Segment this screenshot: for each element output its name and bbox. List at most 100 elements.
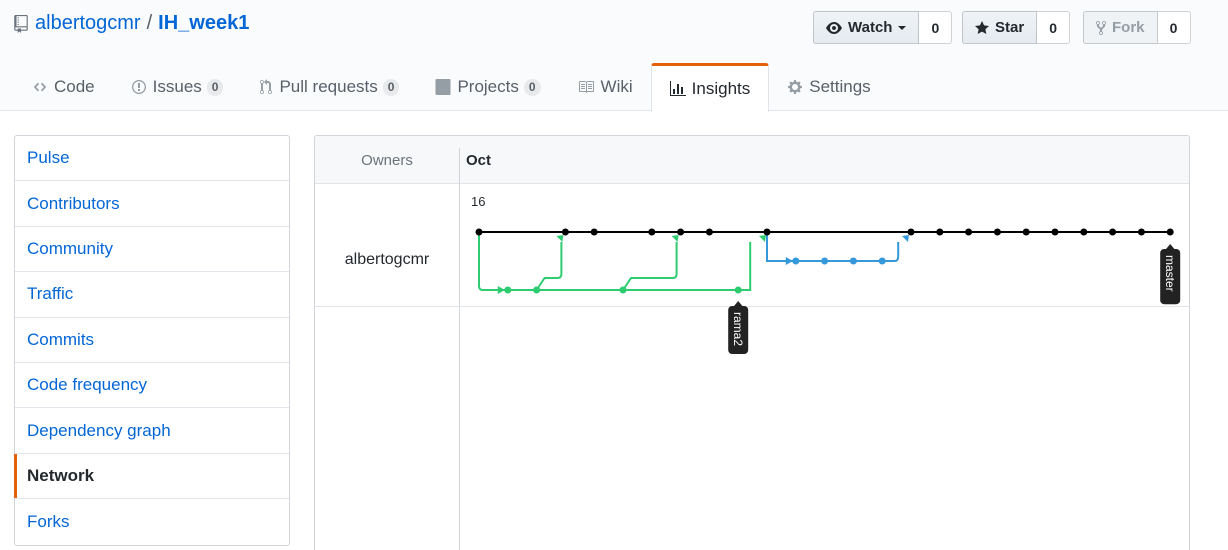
rama2-commit-dot[interactable] <box>533 286 541 294</box>
master-commit-dot[interactable] <box>936 228 944 236</box>
fork-group: Fork 0 <box>1083 11 1191 44</box>
rama2-merge-arrow-2 <box>671 235 679 242</box>
eye-icon <box>826 21 842 34</box>
fork-button[interactable]: Fork <box>1083 11 1158 44</box>
rama2-branch-label[interactable]: rama2 <box>728 301 749 354</box>
master-commit-dot[interactable] <box>648 228 656 236</box>
master-commit-dot[interactable] <box>1109 228 1117 236</box>
repo-title: albertogcmr / IH_week1 <box>14 12 249 35</box>
master-commit-dot[interactable] <box>1166 228 1174 236</box>
blue-commit-dot[interactable] <box>849 257 857 265</box>
tab-issues[interactable]: Issues 0 <box>113 63 242 111</box>
rama2-merge-line-2 <box>622 242 678 291</box>
menu-item-traffic[interactable]: Traffic <box>15 272 289 318</box>
network-graph-panel[interactable]: Owners Oct albertogcmr 16 master rama2 <box>314 135 1190 550</box>
master-commit-dot[interactable] <box>475 228 483 236</box>
repo-header: albertogcmr / IH_week1 Watch 0 Star 0 Fo… <box>0 0 1228 112</box>
repo-separator: / <box>146 12 153 34</box>
tab-wiki-label: Wiki <box>600 77 633 96</box>
star-label: Star <box>995 19 1025 36</box>
master-commit-dot[interactable] <box>907 228 915 236</box>
master-commit-dot[interactable] <box>1022 228 1030 236</box>
rama2-merge-arrow-3 <box>759 235 766 242</box>
menu-item-network[interactable]: Network <box>14 453 289 500</box>
master-commit-dot[interactable] <box>1080 228 1088 236</box>
code-icon <box>32 80 48 94</box>
repo-owner-link[interactable]: albertogcmr <box>35 12 141 35</box>
repo-icon <box>14 14 28 33</box>
rama2-branch-arrow <box>497 286 505 294</box>
graph-icon <box>669 81 686 97</box>
pull-request-icon <box>259 79 273 95</box>
tab-pull-requests[interactable]: Pull requests 0 <box>241 63 417 111</box>
watch-label: Watch <box>848 19 893 36</box>
rama2-merge-arrow-1 <box>556 235 564 242</box>
rama2-commit-dot[interactable] <box>734 286 742 294</box>
rama2-branch-label-text: rama2 <box>731 312 745 346</box>
menu-item-pulse[interactable]: Pulse <box>15 136 289 182</box>
tab-code[interactable]: Code <box>0 63 113 111</box>
watch-button[interactable]: Watch <box>813 11 920 44</box>
master-commit-dot[interactable] <box>965 228 973 236</box>
book-icon <box>577 79 595 95</box>
tab-settings-label: Settings <box>809 77 871 96</box>
star-button[interactable]: Star <box>962 11 1038 44</box>
tab-issues-label: Issues <box>152 77 202 96</box>
watch-group: Watch 0 <box>813 11 953 44</box>
menu-item-contributors[interactable]: Contributors <box>15 181 289 227</box>
tab-wiki[interactable]: Wiki <box>559 63 651 111</box>
star-count[interactable]: 0 <box>1037 11 1071 44</box>
rama2-commit-dot[interactable] <box>504 286 512 294</box>
tab-pull-requests-label: Pull requests <box>279 77 378 96</box>
blue-commit-dot[interactable] <box>878 257 886 265</box>
repo-name-link[interactable]: IH_week1 <box>158 12 249 35</box>
tab-projects[interactable]: Projects 0 <box>417 63 558 111</box>
menu-item-community[interactable]: Community <box>15 227 289 273</box>
repo-nav-tabs: Code Issues 0 Pull requests 0 Projects 0 <box>0 63 889 112</box>
star-group: Star 0 <box>962 11 1071 44</box>
rama2-commit-dot[interactable] <box>619 286 627 294</box>
master-branch-label[interactable]: master <box>1160 244 1181 305</box>
menu-item-commits[interactable]: Commits <box>15 318 289 363</box>
master-commit-dot[interactable] <box>993 228 1001 236</box>
master-commit-dot[interactable] <box>590 228 598 236</box>
fork-label: Fork <box>1112 19 1145 36</box>
blue-commit-dot[interactable] <box>821 257 829 265</box>
tab-insights[interactable]: Insights <box>650 63 770 112</box>
rama2-branch-line <box>478 232 739 291</box>
star-icon <box>975 20 989 34</box>
master-commit-dot[interactable] <box>677 228 685 236</box>
network-graph-canvas[interactable]: 16 master rama2 <box>315 136 1189 550</box>
menu-item-dependency-graph[interactable]: Dependency graph <box>15 408 289 454</box>
tab-settings[interactable]: Settings <box>769 63 888 111</box>
day-label: 16 <box>471 194 485 209</box>
projects-counter: 0 <box>523 78 541 96</box>
blue-commit-dot[interactable] <box>792 257 800 265</box>
master-branch-label-text: master <box>1163 255 1177 292</box>
blue-merge-arrow <box>902 235 909 242</box>
master-commit-dot[interactable] <box>763 228 771 236</box>
issue-icon <box>131 79 147 95</box>
pull-requests-counter: 0 <box>382 78 400 96</box>
gear-icon <box>787 79 803 95</box>
master-commit-dot[interactable] <box>1051 228 1059 236</box>
tab-projects-label: Projects <box>457 77 519 96</box>
chevron-down-icon <box>898 25 907 30</box>
tab-insights-label: Insights <box>691 79 751 98</box>
issues-counter: 0 <box>206 78 224 96</box>
tab-code-label: Code <box>54 77 95 96</box>
blue-branch-line <box>766 232 900 262</box>
master-commit-dot[interactable] <box>561 228 569 236</box>
rama2-merge-line-3 <box>738 242 752 291</box>
blue-branch-arrow <box>785 257 793 265</box>
master-commit-dot[interactable] <box>705 228 713 236</box>
rama2-merge-line-1 <box>535 242 563 291</box>
menu-item-code-frequency[interactable]: Code frequency <box>15 363 289 409</box>
fork-icon <box>1096 20 1106 35</box>
project-icon <box>435 79 451 95</box>
insights-menu: Pulse Contributors Community Traffic Com… <box>14 135 290 546</box>
master-commit-dot[interactable] <box>1137 228 1145 236</box>
fork-count[interactable]: 0 <box>1157 11 1191 44</box>
watch-count[interactable]: 0 <box>919 11 953 44</box>
menu-item-forks[interactable]: Forks <box>15 499 289 544</box>
